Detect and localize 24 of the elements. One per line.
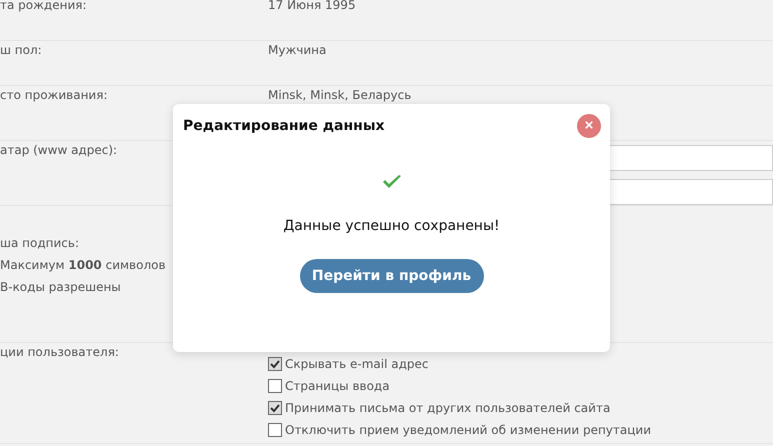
option-label: Страницы ввода [285,379,390,393]
field-label: атар (www адрес): [0,142,118,157]
option-label: Скрывать e-mail адрес [285,357,429,371]
check-icon [382,174,402,190]
checkbox[interactable] [268,379,282,393]
checkbox[interactable] [268,423,282,437]
checkbox[interactable] [268,401,282,415]
success-message: Данные успешно сохранены! [283,218,500,234]
field-label: ции пользователя: [0,344,119,359]
field-value: Мужчина [268,42,328,57]
hint-text: B-коды разрешены [0,280,122,294]
field-label: ш пол: [0,42,43,57]
field-value: 17 Июня 1995 [268,0,357,12]
option-label: Принимать письма от других пользователей сайта [285,401,610,415]
field-label: ша подпись: [0,235,79,250]
dialog-title: Редактирование данных [183,118,385,134]
checkbox[interactable] [268,357,282,371]
field-label: та рождения: [0,0,88,12]
option-label: Отключить прием уведомлений об изменении репутации [285,423,652,437]
profile-button[interactable]: Перейти в профиль [300,259,484,293]
field-value: Minsk, Minsk, Беларусь [268,87,412,102]
close-button[interactable]: × [577,114,601,138]
hint-text: Максимум 1000 символов [0,258,167,272]
field-label: сто проживания: [0,87,108,102]
